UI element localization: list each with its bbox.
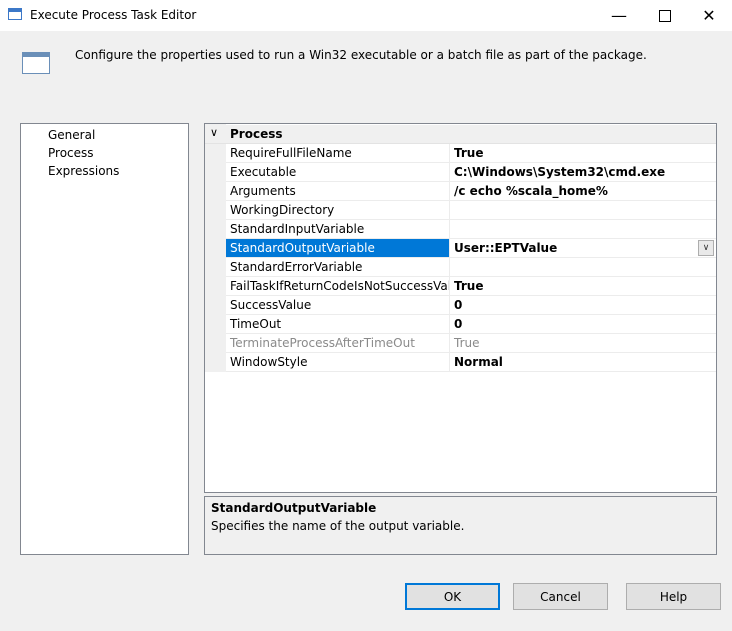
property-row[interactable]: WorkingDirectory [226, 201, 716, 220]
property-value[interactable]: Normal [451, 353, 716, 371]
cancel-button[interactable]: Cancel [513, 583, 608, 610]
window-title: Execute Process Task Editor [30, 8, 197, 22]
minimize-icon: — [611, 6, 627, 25]
help-button[interactable]: Help [626, 583, 721, 610]
property-name: WorkingDirectory [226, 201, 450, 219]
category-row-process[interactable]: ∨ Process [205, 125, 716, 144]
property-name: FailTaskIfReturnCodeIsNotSuccessValue [226, 277, 450, 295]
title-bar: Execute Process Task Editor — ✕ [0, 0, 732, 31]
category-label: Process [230, 127, 283, 141]
header-description: Configure the properties used to run a W… [75, 48, 647, 62]
property-description-panel: StandardOutputVariable Specifies the nam… [204, 496, 717, 555]
property-value[interactable]: True [451, 277, 716, 295]
dropdown-button[interactable]: ∨ [698, 240, 714, 256]
description-text: Specifies the name of the output variabl… [211, 519, 465, 533]
property-row[interactable]: SuccessValue 0 [226, 296, 716, 315]
ok-button[interactable]: OK [405, 583, 500, 610]
close-button[interactable]: ✕ [686, 0, 732, 31]
property-name: StandardErrorVariable [226, 258, 450, 276]
property-row[interactable]: StandardInputVariable [226, 220, 716, 239]
property-name: RequireFullFileName [226, 144, 450, 162]
property-row[interactable]: TimeOut 0 [226, 315, 716, 334]
window-icon [8, 8, 22, 20]
minimize-button[interactable]: — [596, 0, 642, 31]
property-value-dropdown[interactable]: User::EPTValue [451, 239, 716, 257]
property-value[interactable]: 0 [451, 315, 716, 333]
maximize-icon [659, 9, 671, 22]
property-name: TimeOut [226, 315, 450, 333]
property-row[interactable]: RequireFullFileName True [226, 144, 716, 163]
property-name: SuccessValue [226, 296, 450, 314]
property-row-disabled: TerminateProcessAfterTimeOut True [226, 334, 716, 353]
property-name: TerminateProcessAfterTimeOut [226, 334, 450, 352]
maximize-button[interactable] [642, 0, 688, 31]
description-title: StandardOutputVariable [211, 501, 377, 515]
nav-item-expressions[interactable]: Expressions [46, 163, 121, 179]
property-row-selected[interactable]: StandardOutputVariable User::EPTValue ∨ [226, 239, 716, 258]
property-name: StandardInputVariable [226, 220, 450, 238]
property-value[interactable]: C:\Windows\System32\cmd.exe [451, 163, 716, 181]
nav-item-general[interactable]: General [46, 127, 97, 143]
close-icon: ✕ [702, 6, 716, 25]
property-value[interactable] [451, 201, 716, 219]
chevron-down-icon: ∨ [702, 243, 710, 253]
property-value[interactable] [451, 220, 716, 238]
property-row[interactable]: FailTaskIfReturnCodeIsNotSuccessValue Tr… [226, 277, 716, 296]
chevron-down-icon[interactable]: ∨ [210, 126, 218, 139]
property-grid: ∨ Process RequireFullFileName True Execu… [204, 123, 717, 493]
property-row[interactable]: StandardErrorVariable [226, 258, 716, 277]
property-name: WindowStyle [226, 353, 450, 371]
nav-item-process[interactable]: Process [46, 145, 96, 161]
page-navigation: General Process Expressions [20, 123, 189, 555]
grid-margin [205, 124, 226, 372]
task-icon [22, 52, 50, 74]
property-value[interactable] [451, 258, 716, 276]
property-name: StandardOutputVariable [226, 239, 450, 257]
property-value[interactable]: True [451, 144, 716, 162]
property-name: Executable [226, 163, 450, 181]
property-value[interactable]: /c echo %scala_home% [451, 182, 716, 200]
property-name: Arguments [226, 182, 450, 200]
property-row[interactable]: WindowStyle Normal [226, 353, 716, 372]
property-row[interactable]: Executable C:\Windows\System32\cmd.exe [226, 163, 716, 182]
property-value: True [454, 336, 480, 350]
property-value[interactable]: 0 [451, 296, 716, 314]
property-row[interactable]: Arguments /c echo %scala_home% [226, 182, 716, 201]
